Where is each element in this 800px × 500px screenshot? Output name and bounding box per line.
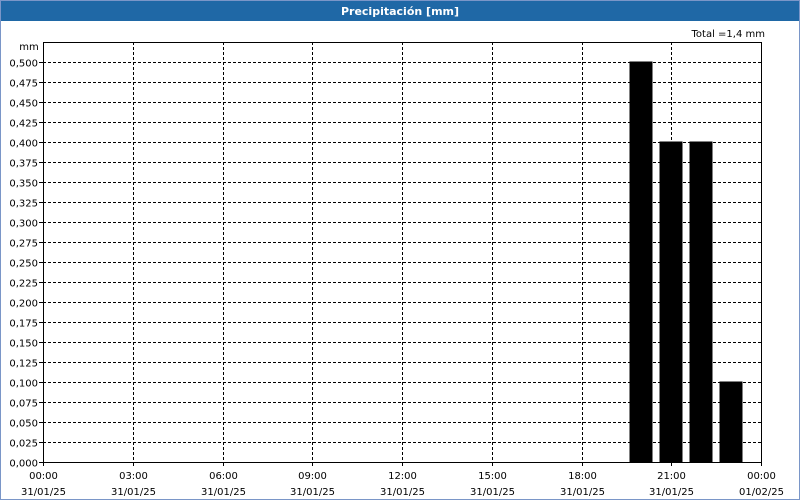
x-tick-time-label: 21:00	[657, 471, 686, 482]
x-tick-time-label: 00:00	[29, 471, 58, 482]
y-axis-unit-label: mm	[19, 42, 38, 53]
y-tick-label: 0,500	[9, 59, 38, 70]
x-tick-date-label: 01/02/25	[739, 487, 784, 498]
precipitation-bar	[689, 141, 713, 463]
x-tick-time-label: 09:00	[298, 471, 327, 482]
x-axis-ticks: 00:00 31/01/25 03:00 31/01/25 06:00 31/01/25 0…	[21, 462, 784, 498]
y-tick-label: 0,075	[9, 399, 38, 410]
y-tick-label: 0,175	[9, 319, 38, 330]
y-tick-label: 0,150	[9, 339, 38, 350]
x-tick-date-label: 31/01/25	[21, 487, 66, 498]
x-tick-time-label: 06:00	[209, 471, 238, 482]
chart-window: Precipitación [mm] mm Total =1,4 mm 0,00…	[0, 0, 800, 500]
y-tick-label: 0,325	[9, 199, 38, 210]
grid	[43, 42, 761, 462]
x-tick-date-label: 31/01/25	[649, 487, 694, 498]
x-tick-date-label: 31/01/25	[380, 487, 425, 498]
total-label: Total =1,4 mm	[691, 29, 765, 40]
y-tick-label: 0,025	[9, 439, 38, 450]
x-tick-date-label: 31/01/25	[290, 487, 335, 498]
y-axis-ticks: 0,000 0,025 0,050 0,075 0,100 0,125 0,150 0,175…	[9, 59, 43, 470]
x-tick-time-label: 03:00	[119, 471, 148, 482]
x-tick-date-label: 31/01/25	[201, 487, 246, 498]
y-tick-label: 0,425	[9, 119, 38, 130]
y-tick-label: 0,400	[9, 139, 38, 150]
x-tick-time-label: 00:00	[747, 471, 776, 482]
precipitation-bar	[659, 141, 683, 463]
x-tick-time-label: 18:00	[568, 471, 597, 482]
x-tick-time-label: 12:00	[388, 471, 417, 482]
y-tick-label: 0,125	[9, 359, 38, 370]
precipitation-bar	[629, 61, 653, 463]
y-tick-label: 0,225	[9, 279, 38, 290]
y-tick-label: 0,050	[9, 419, 38, 430]
y-tick-label: 0,250	[9, 259, 38, 270]
precipitation-chart: mm Total =1,4 mm 0,000 0,025 0,050 0,075 0,1…	[9, 29, 784, 498]
y-tick-label: 0,100	[9, 379, 38, 390]
x-tick-date-label: 31/01/25	[470, 487, 515, 498]
y-tick-label: 0,450	[9, 99, 38, 110]
y-tick-label: 0,300	[9, 219, 38, 230]
y-tick-label: 0,275	[9, 239, 38, 250]
y-tick-label: 0,000	[9, 459, 38, 470]
y-tick-label: 0,475	[9, 79, 38, 90]
precipitation-bar	[719, 381, 743, 463]
x-tick-date-label: 31/01/25	[111, 487, 156, 498]
x-tick-time-label: 15:00	[478, 471, 507, 482]
x-tick-date-label: 31/01/25	[560, 487, 605, 498]
y-tick-label: 0,200	[9, 299, 38, 310]
y-tick-label: 0,350	[9, 179, 38, 190]
y-tick-label: 0,375	[9, 159, 38, 170]
